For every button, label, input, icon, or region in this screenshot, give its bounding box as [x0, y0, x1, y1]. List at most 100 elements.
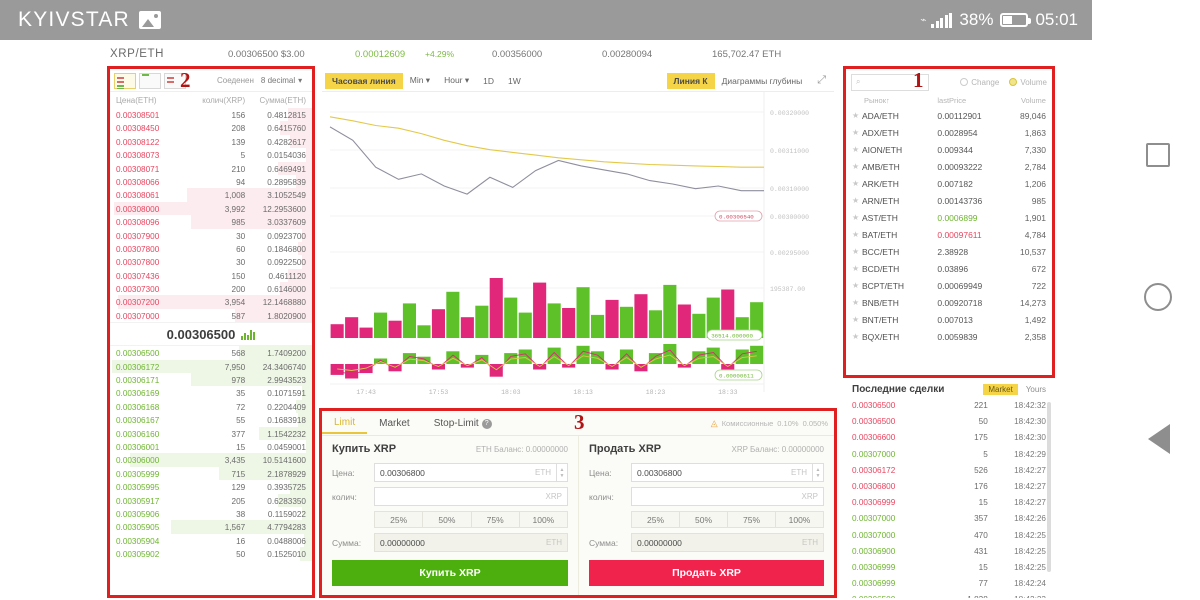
order-book-row[interactable]: 0.00306500 568 1.7409200 — [110, 346, 312, 360]
chart-hourly-line-button[interactable]: Часовая линия — [325, 72, 403, 89]
star-icon[interactable]: ★ — [852, 332, 862, 341]
tab-stop-limit[interactable]: Stop-Limit? — [422, 414, 504, 433]
pair-label[interactable]: XRP/ETH — [110, 48, 164, 60]
star-icon[interactable]: ★ — [852, 298, 862, 307]
tab-your-trades[interactable]: Yours — [1026, 385, 1046, 394]
star-icon[interactable]: ★ — [852, 162, 862, 171]
sell-amount-input[interactable]: XRP — [631, 487, 824, 506]
decimal-select[interactable]: 8 decimal ▾ — [261, 76, 302, 85]
star-icon[interactable]: ★ — [852, 315, 862, 324]
order-book-row[interactable]: 0.00307436 150 0.4611120 — [110, 268, 312, 283]
order-book-row[interactable]: 0.00307000 587 1.8020900 — [110, 308, 312, 323]
home-button[interactable] — [1144, 283, 1172, 311]
market-row[interactable]: ★ BQX/ETH 0.0059839 2,358 — [846, 328, 1052, 345]
market-row[interactable]: ★ ARK/ETH 0.007182 1,206 — [846, 175, 1052, 192]
buy-percent-50[interactable]: 50% — [423, 511, 472, 528]
recent-apps-button[interactable] — [1146, 143, 1170, 167]
market-row[interactable]: ★ AION/ETH 0.009344 7,330 — [846, 141, 1052, 158]
market-row[interactable]: ★ AMB/ETH 0.00093222 2,784 — [846, 158, 1052, 175]
star-icon[interactable]: ★ — [852, 281, 862, 290]
depth-view-buy-icon[interactable] — [139, 72, 161, 89]
order-book-row[interactable]: 0.00307200 3,954 12.1468880 — [110, 295, 312, 309]
order-book-row[interactable]: 0.00308000 3,992 12.2953600 — [110, 201, 312, 216]
tab-market-trades[interactable]: Market — [983, 383, 1018, 395]
order-book-row[interactable]: 0.00306169 35 0.1071591 — [110, 386, 312, 400]
order-book-row[interactable]: 0.00308450 208 0.6415760 — [110, 121, 312, 135]
depth-view-both-icon[interactable] — [114, 72, 136, 89]
sell-price-stepper[interactable]: ▲ ▼ — [813, 463, 824, 482]
order-book-row[interactable]: 0.00308061 1,008 3.1052549 — [110, 188, 312, 202]
buy-percent-75[interactable]: 75% — [471, 511, 520, 528]
order-book-row[interactable]: 0.00306167 55 0.1683918 — [110, 413, 312, 427]
star-icon[interactable]: ★ — [852, 230, 862, 239]
star-icon[interactable]: ★ — [852, 213, 862, 222]
order-book-row[interactable]: 0.00308501 156 0.4812815 — [110, 108, 312, 122]
order-book-row[interactable]: 0.00308122 139 0.4282617 — [110, 134, 312, 149]
order-book-row[interactable]: 0.00305904 16 0.0488006 — [110, 533, 312, 548]
buy-percent-100[interactable]: 100% — [519, 511, 568, 528]
market-row[interactable]: ★ BAT/ETH 0.00097611 4,784 — [846, 226, 1052, 243]
buy-price-stepper[interactable]: ▲ ▼ — [557, 463, 568, 482]
order-book-row[interactable]: 0.00305917 205 0.6283350 — [110, 493, 312, 507]
order-book-row[interactable]: 0.00305999 715 2.1878929 — [110, 466, 312, 481]
buy-price-input[interactable]: 0.00306800 ETH — [374, 463, 557, 482]
chart-kline-button[interactable]: Линия К — [666, 72, 715, 89]
sell-percent-75[interactable]: 75% — [728, 511, 776, 528]
order-book-row[interactable]: 0.00305906 38 0.1159022 — [110, 506, 312, 521]
market-row[interactable]: ★ AST/ETH 0.0006899 1,901 — [846, 209, 1052, 226]
order-book-row[interactable]: 0.00307300 200 0.6146000 — [110, 282, 312, 296]
expand-icon[interactable]: ⤢ — [809, 74, 834, 87]
order-book-row[interactable]: 0.00308096 985 3.0337609 — [110, 215, 312, 229]
star-icon[interactable]: ★ — [852, 111, 862, 120]
market-row[interactable]: ★ BNB/ETH 0.00920718 14,273 — [846, 294, 1052, 311]
order-book-row[interactable]: 0.00306001 15 0.0459001 — [110, 439, 312, 454]
market-row[interactable]: ★ BNT/ETH 0.007013 1,492 — [846, 311, 1052, 328]
order-book-row[interactable]: 0.00305902 50 0.1525010 — [110, 547, 312, 561]
col-market[interactable]: Рынок↑ — [852, 96, 937, 105]
market-row[interactable]: ★ BCD/ETH 0.03896 672 — [846, 260, 1052, 277]
sell-submit-button[interactable]: Продать XRP — [589, 560, 824, 586]
order-book-row[interactable]: 0.00308066 94 0.2895839 — [110, 174, 312, 189]
star-icon[interactable]: ★ — [852, 196, 862, 205]
toggle-change[interactable]: Change — [960, 78, 999, 87]
chart-depth-button[interactable]: Диаграммы глубины — [715, 73, 810, 89]
order-book-row[interactable]: 0.00307800 60 0.1846800 — [110, 241, 312, 256]
toggle-volume[interactable]: Volume — [1009, 78, 1047, 87]
chart-canvas[interactable]: 0.00320000 0.00311000 0.00310000 0.00300000… — [322, 92, 834, 408]
tab-limit[interactable]: Limit — [322, 413, 368, 434]
star-icon[interactable]: ★ — [852, 145, 862, 154]
col-volume[interactable]: Volume — [999, 96, 1046, 105]
market-row[interactable]: ★ ADA/ETH 0.00112901 89,046 — [846, 107, 1052, 124]
tab-market[interactable]: Market — [367, 414, 422, 433]
sell-percent-100[interactable]: 100% — [776, 511, 824, 528]
buy-percent-25[interactable]: 25% — [374, 511, 424, 528]
order-book-row[interactable]: 0.00305905 1,567 4.7794283 — [110, 520, 312, 534]
order-book-row[interactable]: 0.00307900 30 0.0923700 — [110, 228, 312, 242]
market-row[interactable]: ★ BCC/ETH 2.38928 10,537 — [846, 243, 1052, 260]
order-book-row[interactable]: 0.00306172 7,950 24.3406740 — [110, 359, 312, 374]
market-row[interactable]: ★ BCPT/ETH 0.00069949 722 — [846, 277, 1052, 294]
trades-scrollbar[interactable] — [1047, 402, 1051, 572]
back-button[interactable] — [1148, 424, 1170, 454]
col-last-price[interactable]: lastPrice — [937, 96, 999, 105]
star-icon[interactable]: ★ — [852, 247, 862, 256]
help-icon[interactable]: ? — [481, 419, 492, 429]
sell-price-input[interactable]: 0.00306800 ETH — [631, 463, 813, 482]
chart-1w-button[interactable]: 1W — [501, 73, 528, 89]
buy-amount-input[interactable]: XRP — [374, 487, 568, 506]
star-icon[interactable]: ★ — [852, 128, 862, 137]
chart-1d-button[interactable]: 1D — [476, 73, 501, 89]
chart-min-dropdown[interactable]: Min ▾ — [403, 72, 437, 89]
buy-submit-button[interactable]: Купить XRP — [332, 560, 568, 586]
order-book-row[interactable]: 0.00308073 5 0.0154036 — [110, 148, 312, 162]
order-book-row[interactable]: 0.00306000 3,435 10.5141600 — [110, 453, 312, 467]
order-book-row[interactable]: 0.00305995 129 0.3935725 — [110, 480, 312, 494]
sell-percent-50[interactable]: 50% — [680, 511, 728, 528]
order-book-row[interactable]: 0.00307800 30 0.0922500 — [110, 255, 312, 269]
order-book-row[interactable]: 0.00306160 377 1.1542232 — [110, 426, 312, 440]
order-book-row[interactable]: 0.00306171 978 2.9943523 — [110, 373, 312, 387]
sell-percent-25[interactable]: 25% — [631, 511, 680, 528]
star-icon[interactable]: ★ — [852, 264, 862, 273]
order-book-row[interactable]: 0.00308071 210 0.6469491 — [110, 161, 312, 175]
chart-hour-dropdown[interactable]: Hour ▾ — [437, 72, 476, 89]
